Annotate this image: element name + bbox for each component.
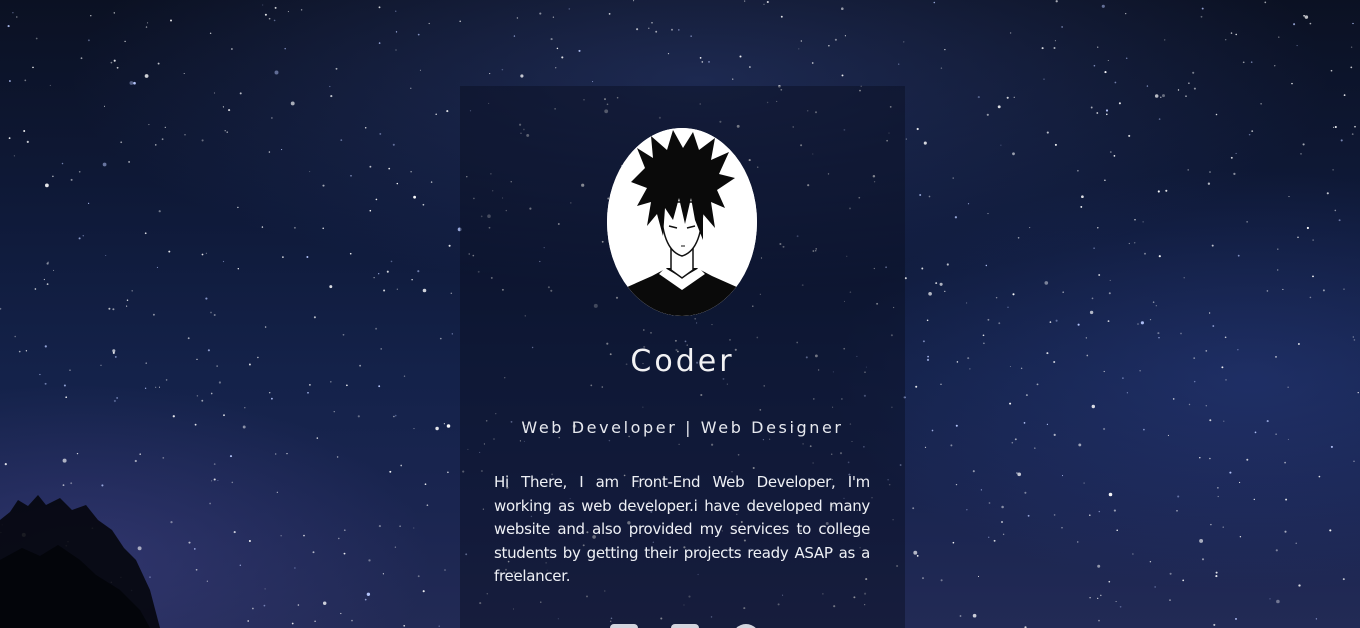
social-links (610, 624, 760, 628)
github-icon[interactable] (732, 624, 760, 628)
profile-name: Coder (630, 344, 735, 379)
profile-role: Web Developer | Web Designer (521, 418, 844, 437)
anime-boy-portrait-icon (607, 128, 757, 316)
profile-bio: Hi There, I am Front-End Web Developer, … (494, 473, 870, 585)
twitter-icon[interactable] (671, 624, 699, 628)
page-background: Coder Web Developer | Web Designer Hi Th… (0, 0, 1360, 628)
facebook-icon[interactable] (610, 624, 638, 628)
avatar (607, 128, 757, 316)
profile-card: Coder Web Developer | Web Designer Hi Th… (460, 86, 905, 628)
